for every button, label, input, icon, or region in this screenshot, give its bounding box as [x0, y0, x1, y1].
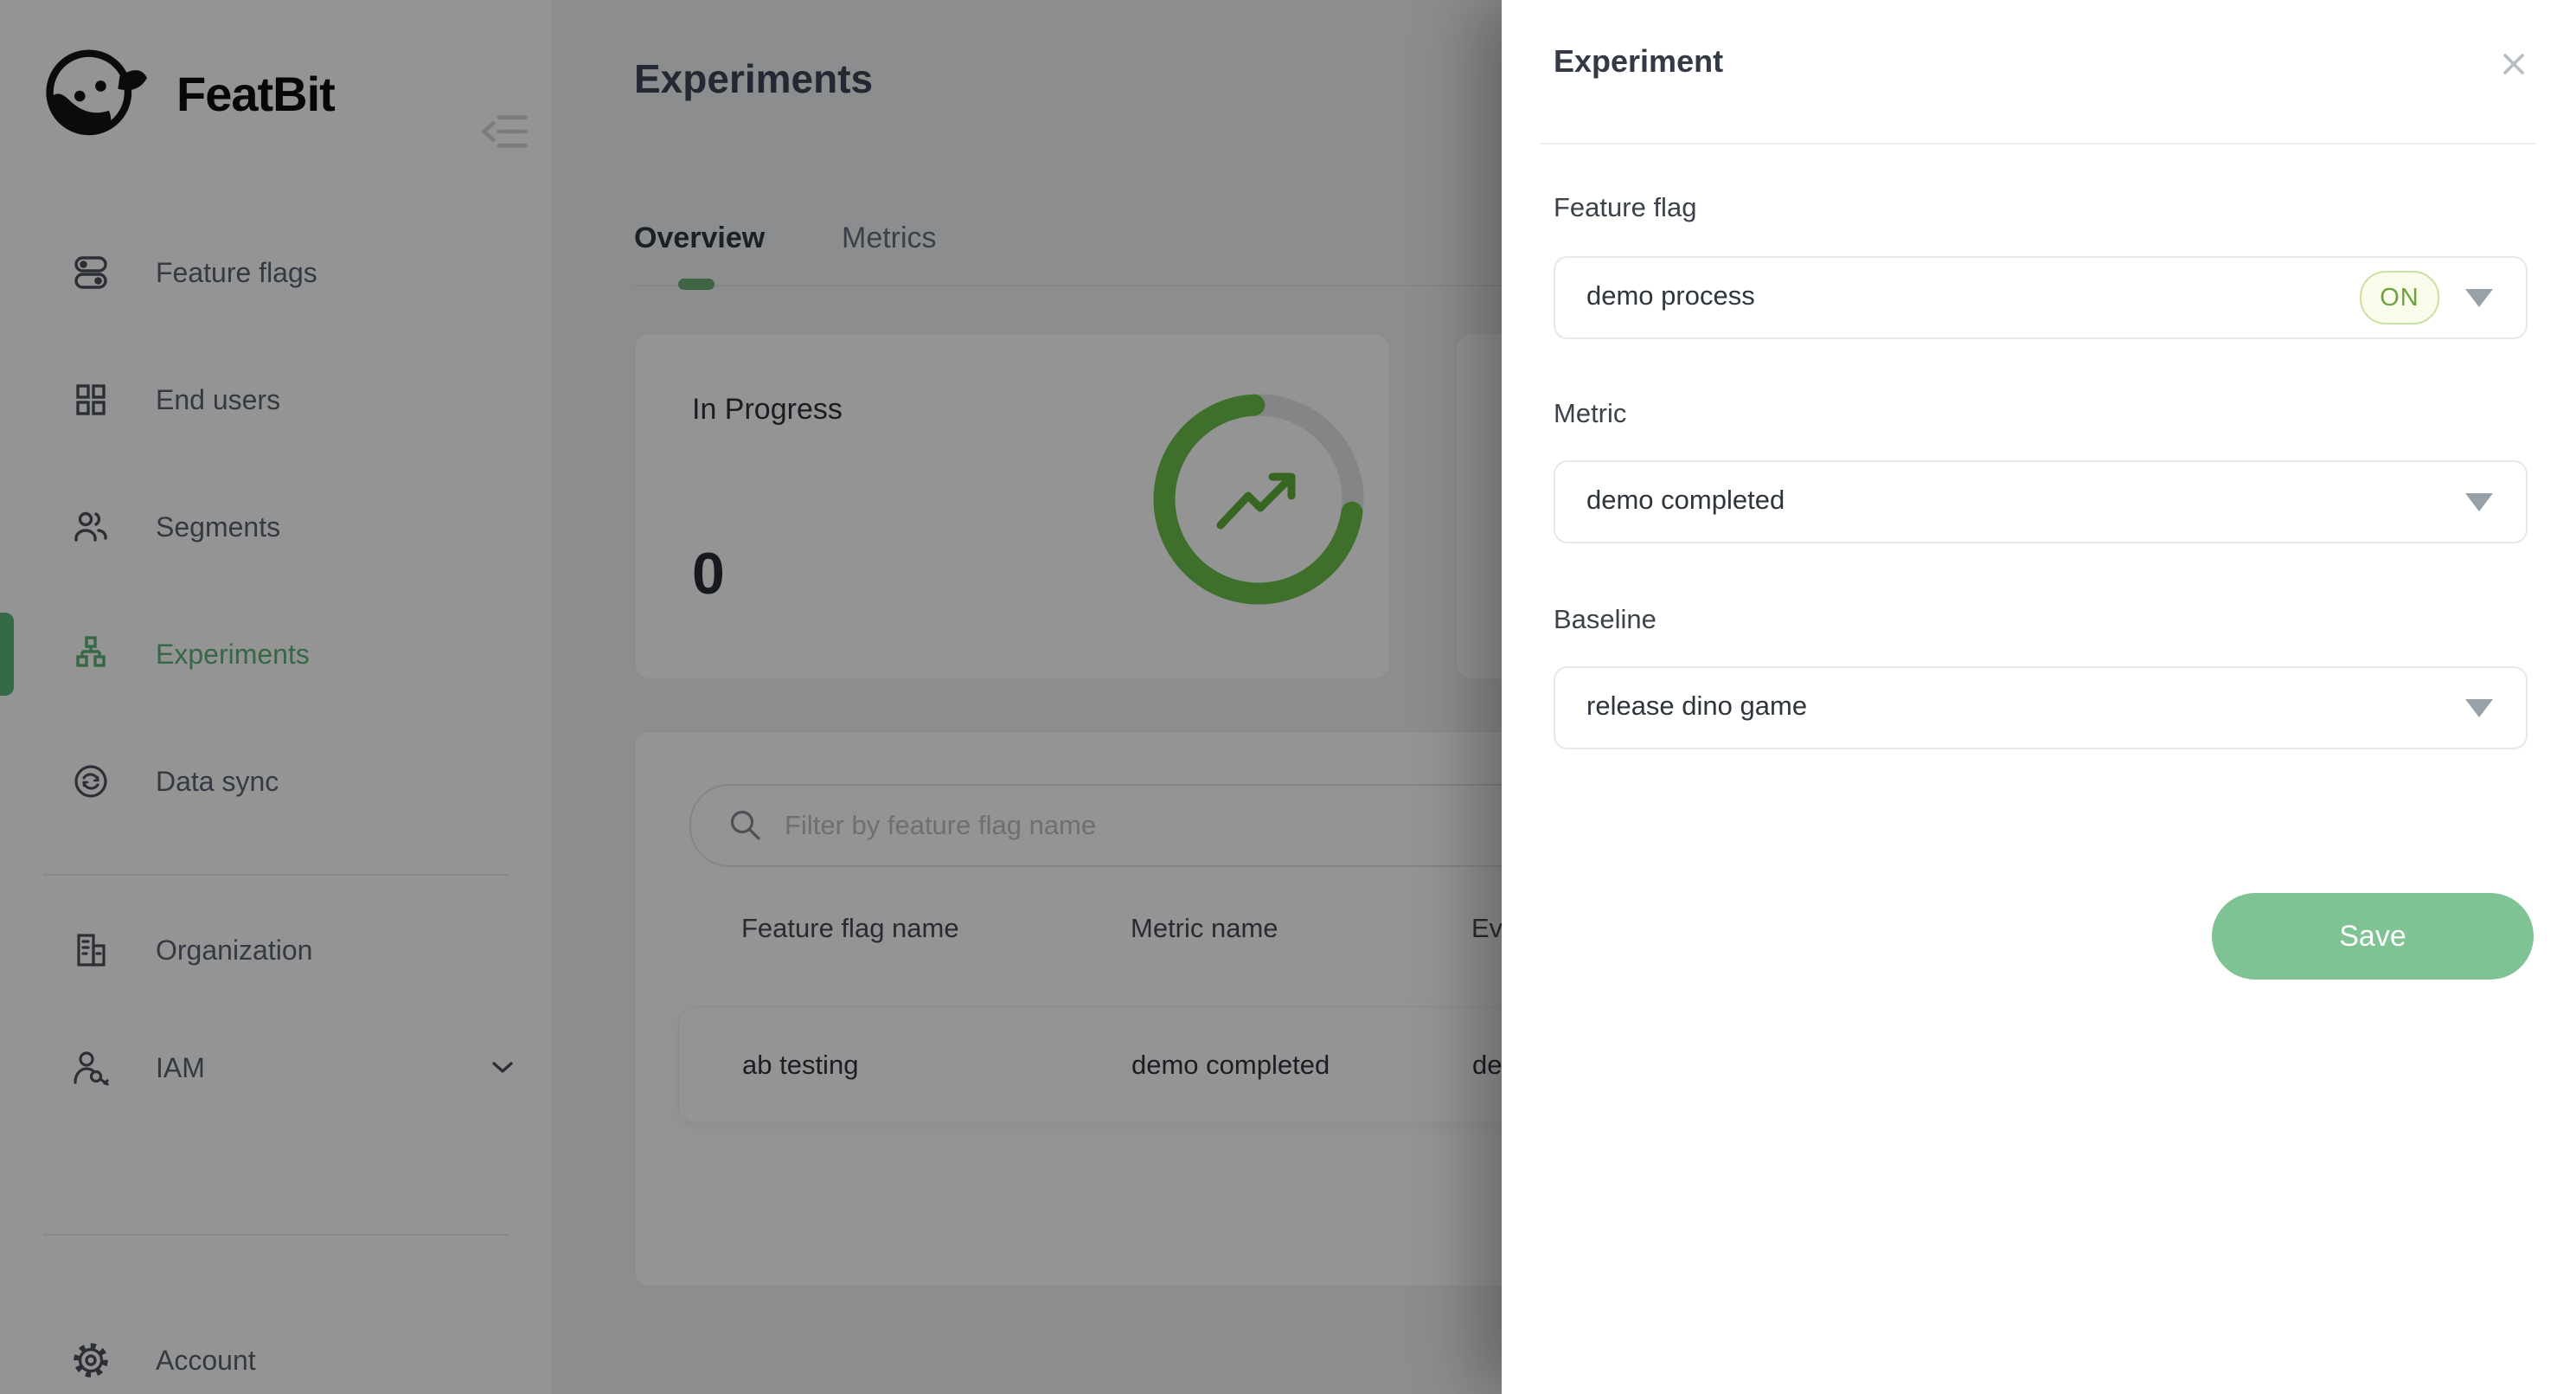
caret-down-icon	[2465, 493, 2493, 511]
metric-value: demo completed	[1586, 462, 1785, 538]
save-button[interactable]: Save	[2212, 893, 2534, 980]
metric-select[interactable]: demo completed	[1554, 460, 2528, 543]
feature-flag-value: demo process	[1586, 258, 1755, 334]
drawer-title: Experiment	[1554, 43, 1723, 80]
baseline-value: release dino game	[1586, 668, 1807, 744]
experiment-drawer: Experiment Feature flag demo process ON …	[1502, 0, 2576, 1394]
close-icon[interactable]	[2495, 45, 2533, 83]
caret-down-icon	[2465, 699, 2493, 717]
caret-down-icon	[2465, 289, 2493, 307]
metric-label: Metric	[1554, 398, 1626, 429]
drawer-header-divider	[1541, 143, 2537, 145]
on-status-badge: ON	[2360, 271, 2439, 324]
baseline-label: Baseline	[1554, 604, 1656, 635]
baseline-select[interactable]: release dino game	[1554, 666, 2528, 749]
feature-flag-select[interactable]: demo process ON	[1554, 256, 2528, 339]
app-root: FeatBit Feature flags	[0, 0, 2576, 1394]
feature-flag-label: Feature flag	[1554, 192, 1696, 223]
